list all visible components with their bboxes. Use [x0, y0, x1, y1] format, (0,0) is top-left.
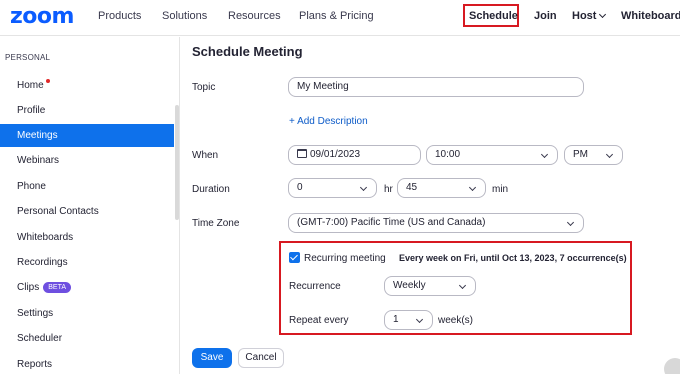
sidebar-item-label: Reports — [17, 359, 53, 370]
nav-products[interactable]: Products — [98, 10, 141, 22]
topic-label: Topic — [192, 82, 216, 93]
sidebar-item-scheduler[interactable]: Scheduler — [0, 327, 174, 350]
timezone-select[interactable]: (GMT-7:00) Pacific Time (US and Canada) — [288, 213, 584, 233]
sidebar: PERSONAL Home Profile Meetings Webinars … — [0, 37, 180, 374]
sidebar-item-settings[interactable]: Settings — [0, 302, 174, 325]
sidebar-item-label: Personal Contacts — [17, 206, 99, 217]
sidebar-heading: PERSONAL — [5, 53, 51, 62]
minutes-unit: min — [492, 184, 509, 195]
sidebar-item-personal-contacts[interactable]: Personal Contacts — [0, 200, 174, 223]
beta-badge: BETA — [43, 282, 71, 293]
duration-minutes-value: 45 — [406, 182, 418, 193]
chevron-down-icon — [468, 183, 477, 192]
chevron-down-icon — [605, 150, 614, 159]
chevron-down-icon — [540, 150, 549, 159]
duration-minutes-select[interactable]: 45 — [397, 178, 486, 198]
when-label: When — [192, 150, 219, 161]
page-title: Schedule Meeting — [192, 44, 303, 59]
sidebar-item-label: Settings — [17, 308, 54, 319]
chevron-down-icon — [415, 315, 424, 324]
sidebar-item-whiteboards[interactable]: Whiteboards — [0, 226, 174, 249]
nav-schedule[interactable]: Schedule — [469, 10, 518, 22]
recurring-label: Recurring meeting — [304, 253, 386, 264]
chevron-down-icon — [359, 183, 368, 192]
repeat-every-select[interactable]: 1 — [384, 310, 433, 330]
time-value: 10:00 — [435, 149, 461, 160]
chevron-down-icon — [458, 281, 467, 290]
zoom-logo[interactable]: zoom — [10, 4, 74, 29]
sidebar-item-label: Clips — [17, 282, 40, 293]
hours-unit: hr — [384, 184, 393, 195]
repeat-every-value: 1 — [393, 314, 399, 325]
sidebar-item-label: Whiteboards — [17, 232, 74, 243]
duration-hours-value: 0 — [297, 182, 303, 193]
sidebar-item-label: Scheduler — [17, 333, 63, 344]
timezone-label: Time Zone — [192, 218, 240, 229]
sidebar-item-home[interactable]: Home — [0, 74, 174, 97]
date-picker[interactable]: 09/01/2023 — [288, 145, 421, 165]
cancel-button[interactable]: Cancel — [238, 348, 284, 368]
nav-host-label: Host — [572, 10, 597, 22]
ampm-value: PM — [573, 149, 588, 160]
sidebar-item-label: Home — [17, 80, 44, 91]
nav-resources[interactable]: Resources — [228, 10, 281, 22]
nav-whiteboard[interactable]: Whiteboard — [621, 10, 680, 22]
recurring-checkbox[interactable] — [289, 252, 300, 263]
sidebar-item-recordings[interactable]: Recordings — [0, 251, 174, 274]
sidebar-item-webinars[interactable]: Webinars — [0, 149, 174, 172]
repeat-unit: week(s) — [438, 315, 474, 326]
chevron-down-icon — [599, 10, 607, 19]
calendar-icon — [297, 149, 307, 158]
save-button[interactable]: Save — [192, 348, 232, 368]
recurrence-value: Weekly — [393, 280, 426, 291]
sidebar-item-reports[interactable]: Reports — [0, 353, 174, 374]
recurring-summary: Every week on Fri, until Oct 13, 2023, 7… — [399, 253, 627, 263]
chevron-down-icon — [566, 218, 575, 227]
topic-input[interactable]: My Meeting — [288, 77, 584, 97]
nav-host[interactable]: Host — [572, 10, 607, 22]
add-description-link[interactable]: + Add Description — [289, 116, 368, 127]
help-bubble-icon[interactable] — [664, 358, 680, 374]
duration-hours-select[interactable]: 0 — [288, 178, 377, 198]
top-nav: zoom Products Solutions Resources Plans … — [0, 0, 680, 36]
sidebar-item-label: Profile — [17, 105, 46, 116]
sidebar-item-label: Recordings — [17, 257, 68, 268]
repeat-every-label: Repeat every — [289, 315, 349, 326]
nav-join[interactable]: Join — [534, 10, 557, 22]
nav-solutions[interactable]: Solutions — [162, 10, 207, 22]
sidebar-item-label: Phone — [17, 181, 46, 192]
date-value: 09/01/2023 — [310, 149, 361, 160]
sidebar-item-label: Webinars — [17, 155, 60, 166]
sidebar-item-phone[interactable]: Phone — [0, 175, 174, 198]
sidebar-scrollbar[interactable] — [175, 105, 179, 220]
timezone-value: (GMT-7:00) Pacific Time (US and Canada) — [297, 217, 486, 228]
recurrence-label: Recurrence — [289, 281, 341, 292]
sidebar-item-profile[interactable]: Profile — [0, 99, 174, 122]
sidebar-item-clips[interactable]: Clips BETA — [0, 276, 174, 299]
ampm-select[interactable]: PM — [564, 145, 623, 165]
sidebar-item-meetings[interactable]: Meetings — [0, 124, 174, 147]
sidebar-item-label: Meetings — [17, 130, 58, 141]
time-select[interactable]: 10:00 — [426, 145, 558, 165]
notification-dot-icon — [45, 79, 50, 83]
nav-plans-pricing[interactable]: Plans & Pricing — [299, 10, 374, 22]
duration-label: Duration — [192, 184, 230, 195]
recurrence-select[interactable]: Weekly — [384, 276, 476, 296]
